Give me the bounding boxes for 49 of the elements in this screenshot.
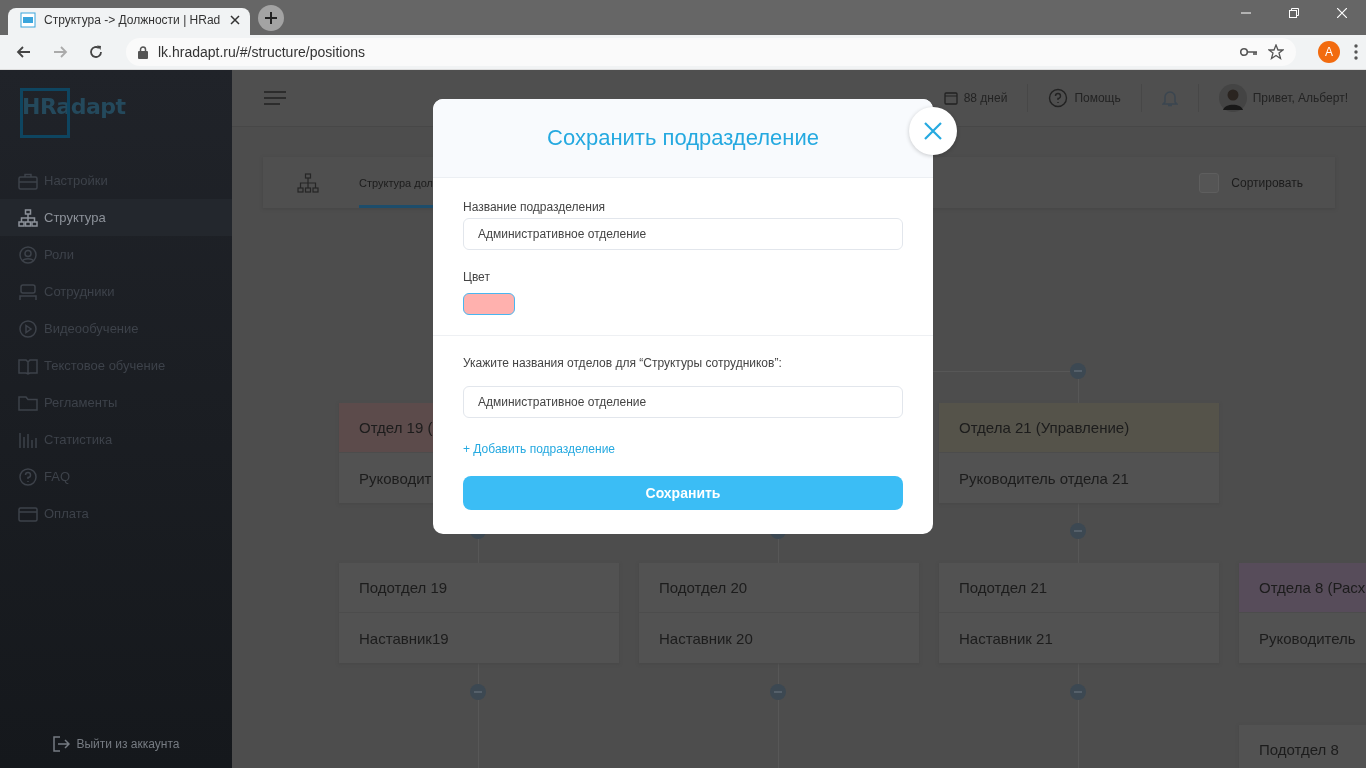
close-icon[interactable] xyxy=(230,14,240,25)
bar-chart-icon xyxy=(18,430,38,449)
field-label: Укажите названия отделов для “Структуры сотрудников”: xyxy=(463,356,783,370)
collapse-button[interactable] xyxy=(1070,363,1086,379)
star-icon[interactable] xyxy=(1268,44,1284,60)
collapse-button[interactable] xyxy=(1070,684,1086,700)
restore-icon[interactable] xyxy=(1289,8,1299,18)
new-tab-button[interactable] xyxy=(258,5,284,31)
forward-arrow-icon[interactable] xyxy=(52,44,68,60)
color-swatch[interactable] xyxy=(463,293,515,315)
collapse-button[interactable] xyxy=(770,684,786,700)
field-label: Цвет xyxy=(463,270,491,284)
logout-link[interactable]: Выйти из аккаунта xyxy=(0,735,232,768)
site-icon xyxy=(20,11,36,28)
help-icon[interactable] xyxy=(1048,88,1069,108)
save-button[interactable]: Сохранить xyxy=(463,476,903,510)
more-icon[interactable] xyxy=(1354,44,1358,60)
briefcase-icon xyxy=(18,171,38,190)
logout-icon xyxy=(52,735,71,753)
address-bar[interactable]: lk.hradapt.ru/#/structure/positions xyxy=(126,38,1296,66)
name-input-field[interactable]: Административное отделение xyxy=(463,218,903,250)
calendar-icon xyxy=(943,91,958,105)
plus-icon xyxy=(265,12,277,24)
open-book-icon xyxy=(18,356,38,375)
modal-title: Сохранить подразделение xyxy=(547,125,819,151)
department-title: Отдела 8 (Расх xyxy=(1239,563,1366,612)
browser-tab[interactable]: Структура -> Должности | HRad xyxy=(8,8,250,35)
collapse-button[interactable] xyxy=(470,684,486,700)
reload-icon[interactable] xyxy=(88,44,104,60)
back-arrow-icon[interactable] xyxy=(16,44,32,60)
folder-icon xyxy=(18,393,38,412)
key-icon[interactable] xyxy=(1240,47,1258,57)
user-circle-icon xyxy=(18,245,38,264)
card-icon xyxy=(18,504,38,523)
close-icon xyxy=(924,122,942,140)
sidebar-item[interactable]: Структура xyxy=(0,199,232,236)
department-input-field[interactable]: Административное отделение xyxy=(463,386,903,418)
avatar-icon[interactable] xyxy=(1218,84,1247,112)
people-icon xyxy=(18,282,38,301)
lock-icon xyxy=(138,45,148,59)
department-title: Отдела 21 (Управление) xyxy=(939,403,1219,452)
field-label: Название подразделения xyxy=(463,200,607,214)
hierarchy-icon xyxy=(297,172,319,193)
menu-icon[interactable] xyxy=(264,91,286,105)
play-circle-icon xyxy=(18,319,38,338)
collapse-button[interactable] xyxy=(1070,523,1086,539)
profile-avatar[interactable]: A xyxy=(1318,41,1340,63)
question-circle-icon xyxy=(18,467,38,486)
hierarchy-icon xyxy=(18,208,38,227)
